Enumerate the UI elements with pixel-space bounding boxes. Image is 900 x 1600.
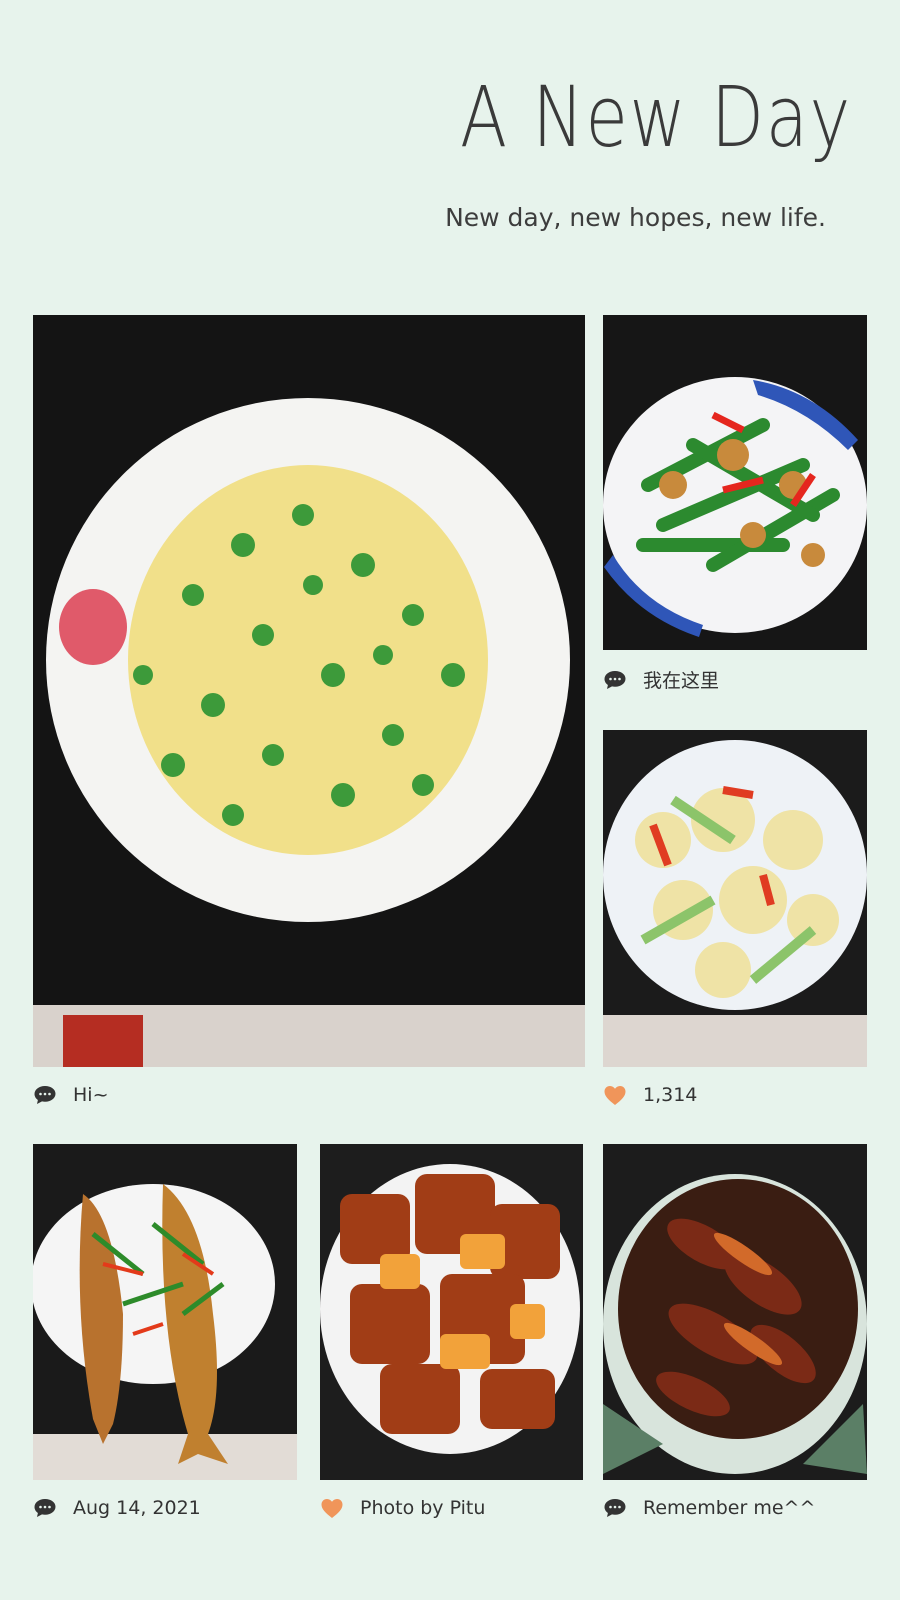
caption-6: Remember me^^	[603, 1497, 815, 1519]
braised-fish-photo[interactable]	[33, 1144, 297, 1480]
snap-peas-stir-fry-photo[interactable]	[603, 315, 867, 650]
scrambled-eggs-with-okra-photo[interactable]	[33, 315, 585, 1067]
caption-text: 1,314	[643, 1084, 698, 1106]
heart-icon	[321, 1499, 343, 1518]
cauliflower-stir-fry-photo[interactable]	[603, 730, 867, 1067]
preserved-vegetable-pork-photo[interactable]	[603, 1144, 867, 1480]
caption-3: 1,314	[603, 1084, 697, 1106]
page-title: A New Day	[460, 68, 852, 166]
heart-icon	[604, 1086, 626, 1105]
caption-1: Hi~	[33, 1084, 109, 1106]
caption-text: 我在这里	[643, 670, 720, 692]
caption-text: Photo by Pitu	[360, 1497, 486, 1519]
chat-bubble-icon	[34, 1499, 56, 1517]
caption-text: Remember me^^	[643, 1497, 816, 1519]
page-subtitle: New day, new hopes, new life.	[445, 203, 826, 232]
caption-2: 我在这里	[603, 666, 719, 693]
caption-4: Aug 14, 2021	[33, 1497, 201, 1519]
caption-text: Aug 14, 2021	[73, 1497, 201, 1519]
caption-5: Photo by Pitu	[320, 1497, 485, 1519]
braised-pork-belly-photo[interactable]	[320, 1144, 583, 1480]
chat-bubble-icon	[34, 1086, 56, 1104]
caption-text: Hi~	[73, 1084, 109, 1106]
chat-bubble-icon	[604, 1499, 626, 1517]
chat-bubble-icon	[604, 670, 626, 689]
